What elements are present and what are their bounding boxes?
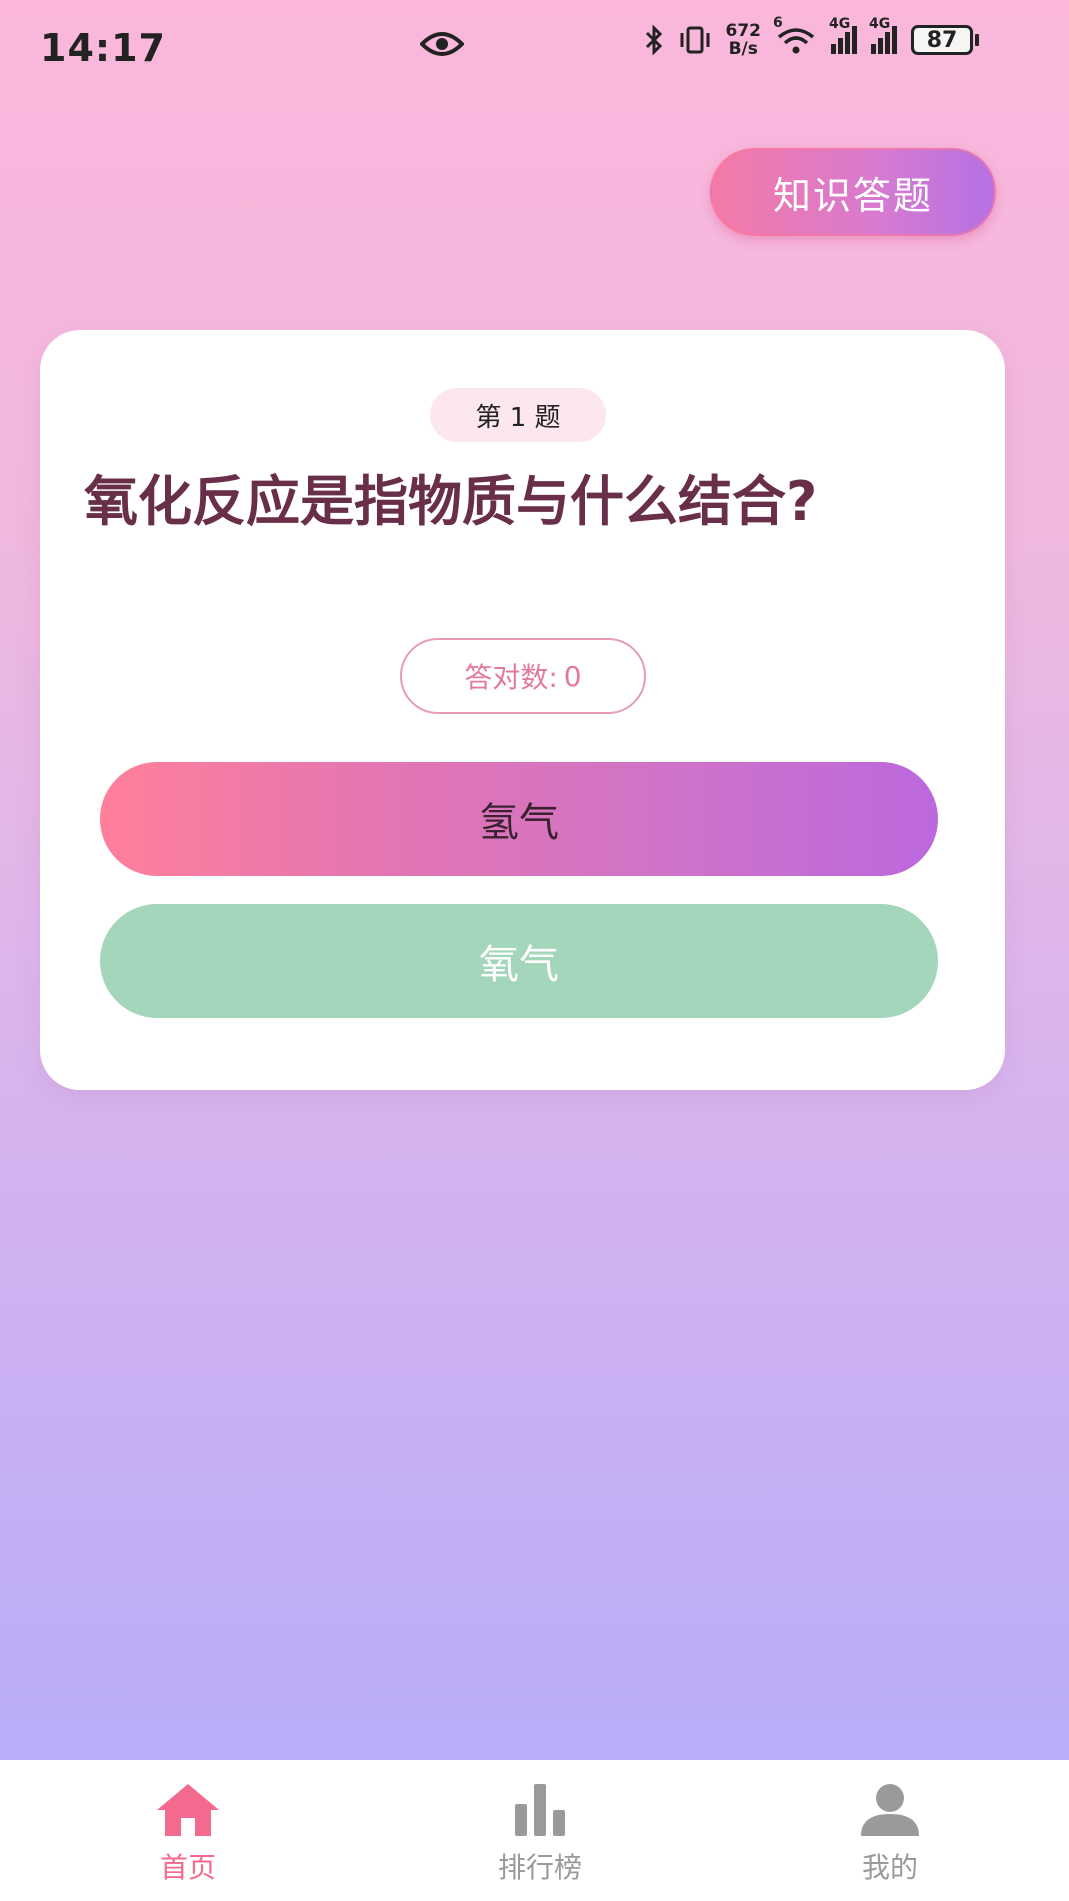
battery-indicator: 87: [911, 25, 979, 55]
question-number-badge: 第 1 题: [430, 388, 606, 442]
nav-label-home: 首页: [159, 1851, 216, 1884]
nav-label-leaderboard: 排行榜: [497, 1851, 582, 1884]
answer-option-1[interactable]: 氢气: [100, 762, 938, 876]
vibrate-icon: [680, 26, 709, 54]
user-icon: [861, 1784, 919, 1836]
nav-item-me[interactable]: 我的: [790, 1780, 990, 1886]
cell-signal-2: 4G: [869, 16, 897, 54]
net-speed-unit: B/s: [728, 39, 758, 59]
cell-signal-2-label: 4G: [869, 16, 891, 32]
status-icons: 672 B/s 6 4G 4G 87: [644, 15, 979, 58]
bluetooth-icon: [645, 25, 662, 55]
wifi-indicator: 6: [773, 15, 817, 55]
correct-count-value: 0: [563, 659, 582, 693]
question-text: 氧化反应是指物质与什么结合?: [84, 470, 818, 533]
bar-chart-icon: [515, 1784, 565, 1836]
answer-option-2[interactable]: 氧气: [100, 904, 938, 1018]
nav-item-home[interactable]: 首页: [88, 1780, 288, 1886]
battery-tip: [975, 34, 979, 46]
correct-count-label: 答对数:: [464, 661, 558, 694]
app-screen: 14:17 672 B/s 6 4G 4G 87 知识答题 第 1 题 氧化反应…: [0, 0, 1069, 1760]
bottom-nav: 首页 排行榜 我的: [0, 1760, 1069, 1901]
net-speed-value: 672: [725, 21, 762, 41]
home-icon: [157, 1784, 219, 1836]
correct-count-pill: 答对数: 0: [400, 638, 646, 714]
cell-signal-1-label: 4G: [829, 16, 851, 32]
eye-icon: [420, 32, 464, 56]
cell-signal-1: 4G: [829, 16, 857, 54]
wifi-label: 6: [773, 15, 783, 31]
status-bar: 14:17 672 B/s 6 4G 4G 87: [0, 0, 1069, 100]
nav-label-me: 我的: [861, 1851, 918, 1884]
knowledge-quiz-button[interactable]: 知识答题: [710, 148, 996, 236]
net-speed: 672 B/s: [726, 22, 762, 58]
status-time: 14:17: [40, 26, 166, 70]
question-card: 第 1 题 氧化反应是指物质与什么结合? 答对数: 0 氢气 氧气: [40, 330, 1005, 1090]
nav-item-leaderboard[interactable]: 排行榜: [440, 1780, 640, 1886]
battery-level: 87: [911, 25, 973, 55]
